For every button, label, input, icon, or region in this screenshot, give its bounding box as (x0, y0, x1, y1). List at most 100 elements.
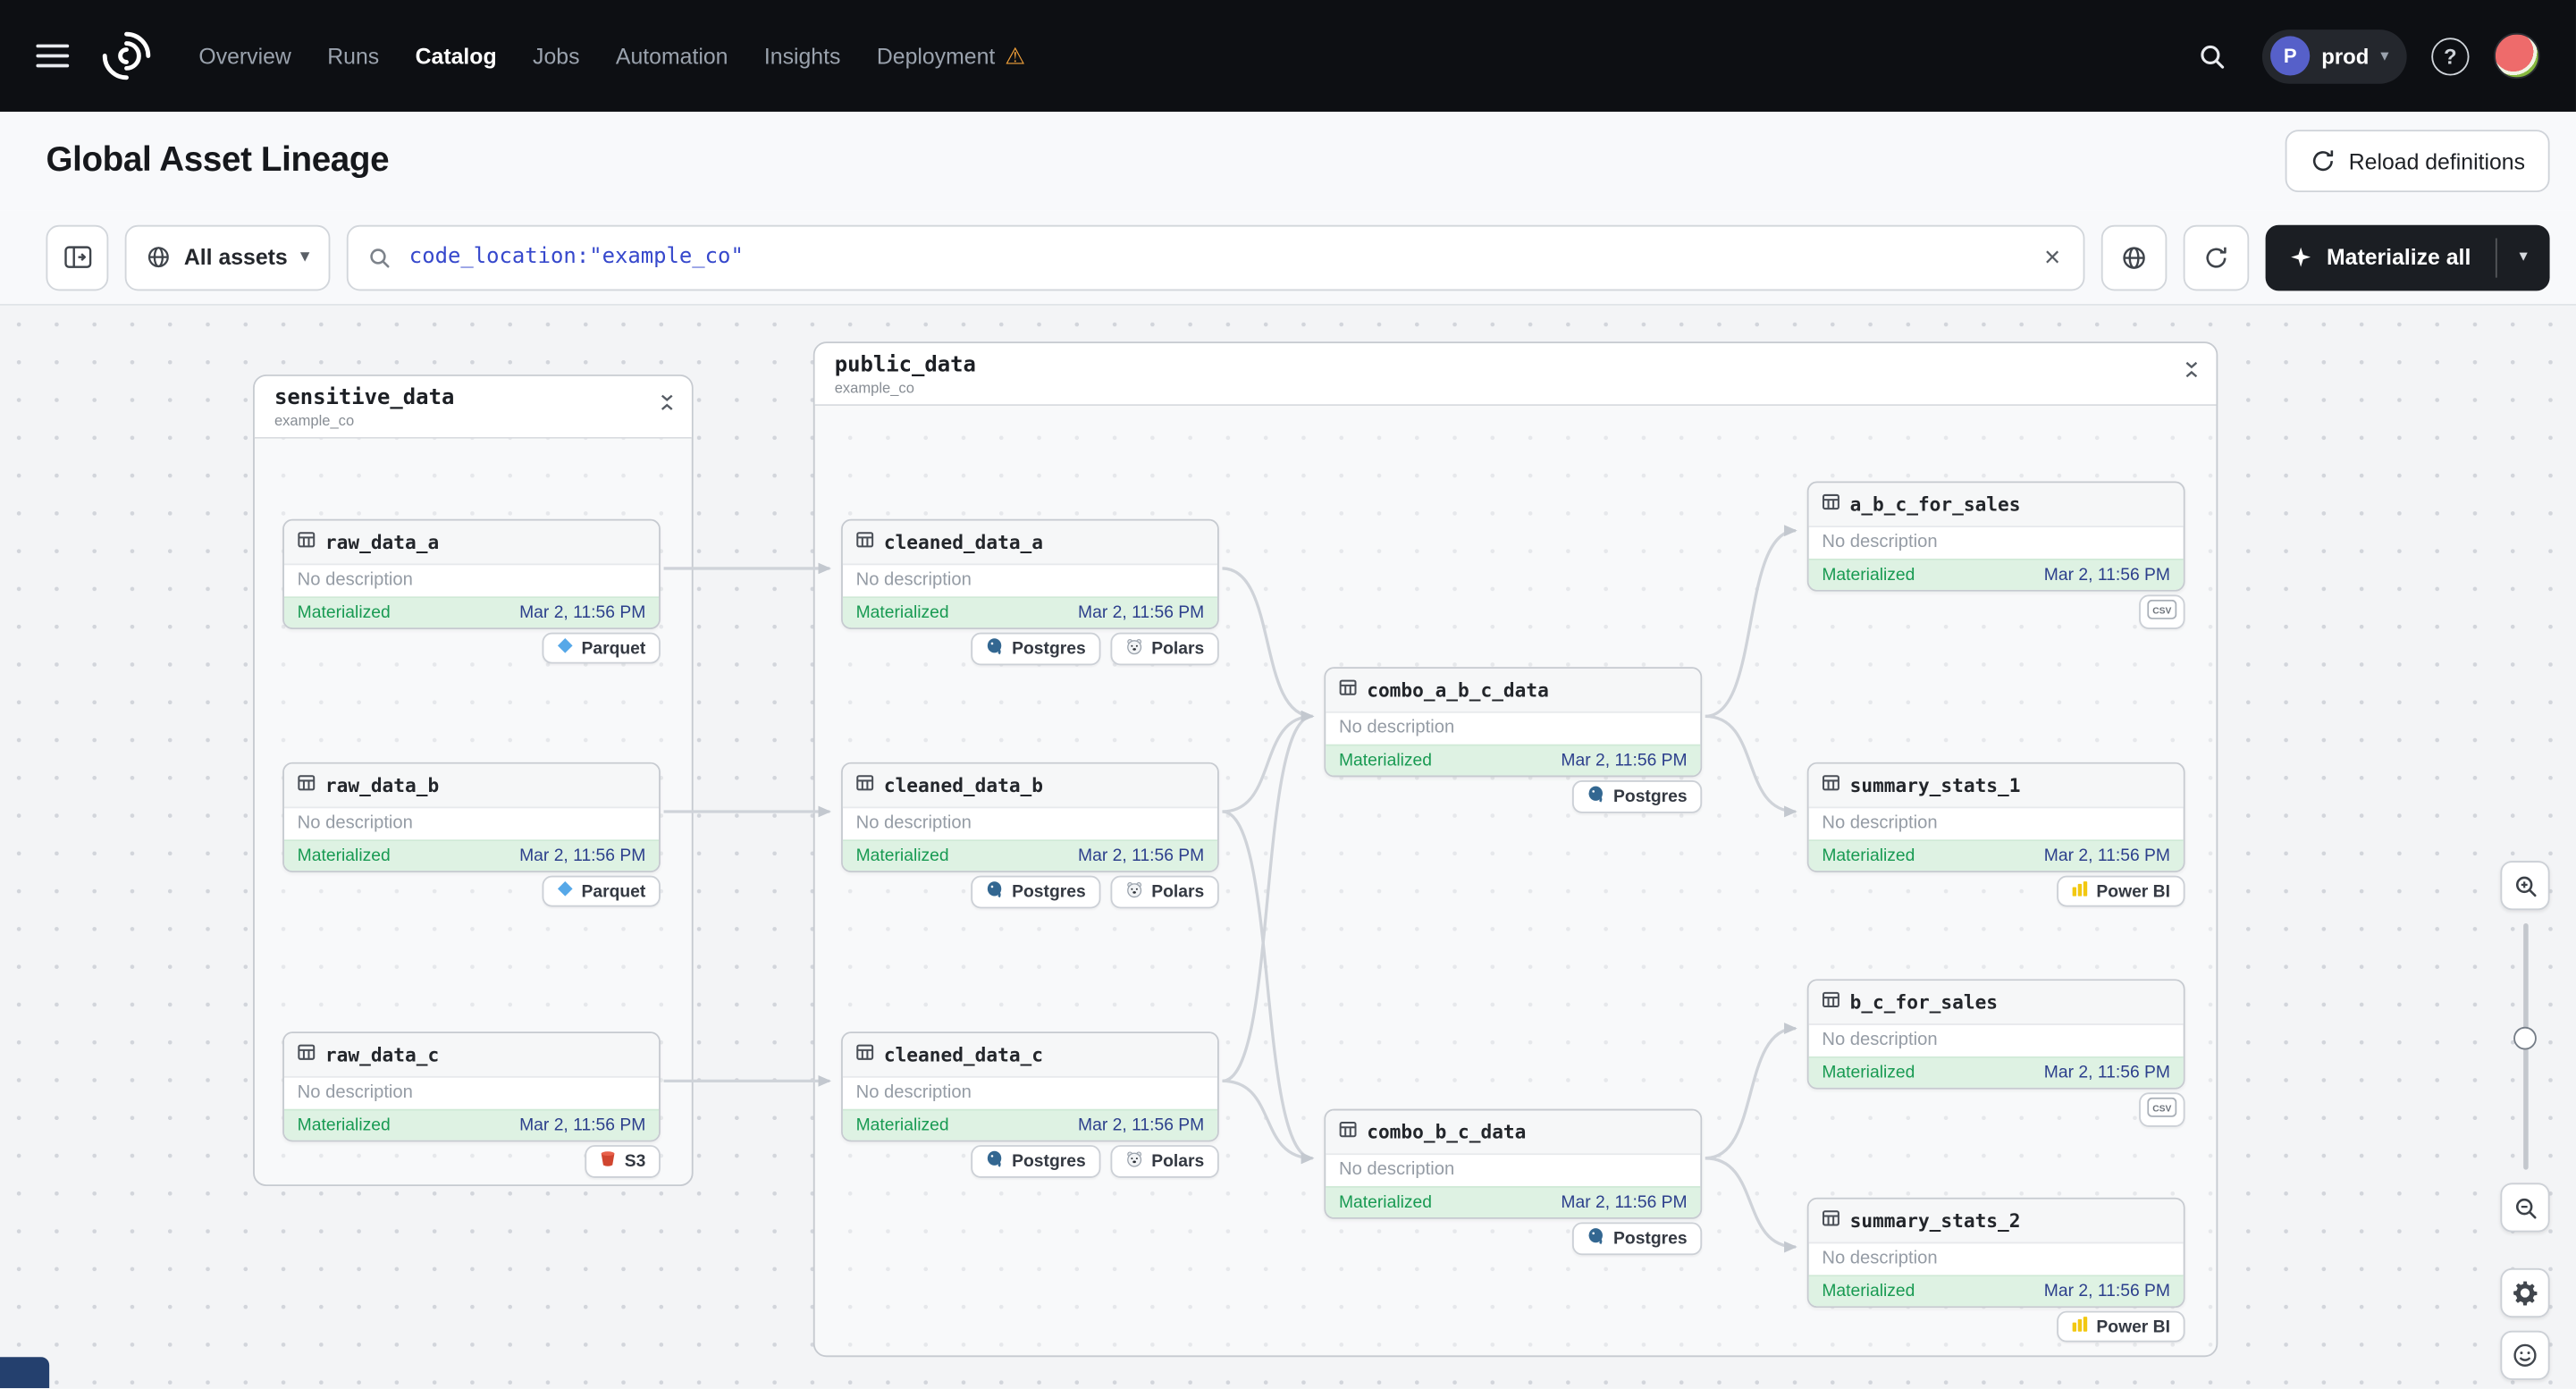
asset-node-cleaned_data_c[interactable]: cleaned_data_c No description Materialized… (841, 1031, 1219, 1142)
tag-parquet[interactable]: Parquet (542, 632, 661, 664)
lineage-canvas[interactable]: sensitive_data example_co public_data examp… (0, 305, 2576, 1389)
group-header[interactable]: public_data example_co (814, 343, 2217, 406)
nav-item-catalog[interactable]: Catalog (416, 44, 497, 69)
asset-node-b_c_for_sales[interactable]: b_c_for_sales No description Materialized M… (1806, 979, 2185, 1090)
hamburger-icon[interactable] (36, 44, 70, 68)
asset-node-header: raw_data_c (283, 1033, 660, 1076)
clear-icon[interactable]: × (2041, 243, 2064, 271)
asset-node-header: raw_data_b (283, 763, 660, 807)
group-header[interactable]: sensitive_data example_co (254, 375, 692, 439)
asset-node-raw_data_c[interactable]: raw_data_c No description Materialized Mar … (282, 1031, 661, 1142)
materialized-timestamp[interactable]: Mar 2, 11:56 PM (2044, 1282, 2170, 1301)
search-input[interactable] (406, 243, 2026, 272)
tag-postgres[interactable]: Postgres (971, 875, 1101, 909)
materialized-status: Materialized (855, 1115, 949, 1136)
tag-postgres[interactable]: Postgres (1572, 1222, 1703, 1256)
nav-item-automation[interactable]: Automation (616, 44, 728, 69)
tag-postgres[interactable]: Postgres (971, 1145, 1101, 1178)
zoom-out-icon[interactable] (2500, 1183, 2550, 1233)
tag-polars[interactable]: Polars (1110, 875, 1219, 909)
materialize-options-button[interactable]: ▾ (2497, 224, 2550, 290)
tag-postgres[interactable]: Postgres (1572, 780, 1703, 813)
nav-item-insights[interactable]: Insights (764, 44, 841, 69)
table-icon (298, 527, 316, 557)
materialized-timestamp[interactable]: Mar 2, 11:56 PM (2044, 846, 2170, 866)
settings-gear-icon[interactable] (2500, 1267, 2550, 1318)
asset-node-summary_stats_2[interactable]: summary_stats_2 No description Materialize… (1806, 1197, 2185, 1309)
asset-node-summary_stats_1[interactable]: summary_stats_1 No description Materialize… (1806, 762, 2185, 872)
asset-node-cleaned_data_b[interactable]: cleaned_data_b No description Materialized… (841, 762, 1219, 872)
asset-node-cleaned_data_a[interactable]: cleaned_data_a No description Materialized… (841, 518, 1219, 629)
materialized-timestamp[interactable]: Mar 2, 11:56 PM (1561, 751, 1687, 770)
tag-csv-icon[interactable]: CSV (2139, 594, 2185, 629)
materialized-timestamp[interactable]: Mar 2, 11:56 PM (1078, 603, 1204, 623)
asset-node-a_b_c_for_sales[interactable]: a_b_c_for_sales No description Materialize… (1806, 481, 2185, 592)
postgres-icon (986, 880, 1004, 904)
materialize-all-button[interactable]: Materialize all (2266, 224, 2496, 290)
help-icon[interactable]: ? (2431, 37, 2470, 75)
tag-polars[interactable]: Polars (1110, 1145, 1219, 1178)
page-title: Global Asset Lineage (46, 141, 390, 180)
collapse-icon[interactable] (659, 391, 675, 420)
asset-node-combo_b_c_data[interactable]: combo_b_c_data No description Materialized… (1324, 1108, 1703, 1219)
dagster-logo[interactable] (98, 28, 154, 83)
svg-text:CSV: CSV (2152, 607, 2171, 617)
asset-node-raw_data_b[interactable]: raw_data_b No description Materialized Mar … (282, 762, 661, 872)
nav-item-deployment[interactable]: Deployment ⚠ (877, 44, 1026, 69)
zoom-slider[interactable] (2500, 922, 2549, 1170)
tag-postgres[interactable]: Postgres (971, 632, 1101, 666)
tag-s3[interactable]: S3 (585, 1145, 661, 1178)
materialized-timestamp[interactable]: Mar 2, 11:56 PM (1078, 846, 1204, 866)
toggle-panel-button[interactable] (46, 223, 109, 290)
asset-node-header: cleaned_data_b (842, 763, 1217, 807)
tag-label: Power BI (2096, 1317, 2170, 1337)
reload-definitions-button[interactable]: Reload definitions (2285, 130, 2550, 193)
asset-tags: Power BI (1807, 875, 2185, 907)
deployment-switcher[interactable]: P prod ▾ (2262, 29, 2407, 83)
sparkle-icon (2291, 247, 2311, 267)
page-header: Global Asset Lineage Reload definitions (0, 111, 2576, 211)
minimap-fragment[interactable] (0, 1357, 50, 1389)
materialized-timestamp[interactable]: Mar 2, 11:56 PM (1078, 1115, 1204, 1135)
s3-icon (600, 1150, 616, 1174)
asset-name: cleaned_data_b (883, 773, 1044, 797)
asset-node-raw_data_a[interactable]: raw_data_a No description Materialized Mar … (282, 518, 661, 629)
refresh-button[interactable] (2184, 223, 2250, 290)
avatar[interactable] (2494, 32, 2540, 80)
asset-name: summary_stats_1 (1849, 773, 2021, 797)
zoom-slider-handle[interactable] (2513, 1026, 2537, 1050)
zoom-in-icon[interactable] (2500, 861, 2550, 911)
tag-polars[interactable]: Polars (1110, 632, 1219, 666)
collapse-icon[interactable] (2184, 358, 2200, 388)
asset-status-bar: Materialized Mar 2, 11:56 PM (1326, 1186, 1701, 1217)
materialized-timestamp[interactable]: Mar 2, 11:56 PM (519, 846, 645, 866)
asset-description: No description (283, 1075, 660, 1109)
tag-power-bi[interactable]: Power BI (2057, 1310, 2185, 1343)
asset-scope-dropdown[interactable]: All assets ▾ (124, 223, 331, 290)
graph-globe-button[interactable] (2101, 223, 2168, 290)
materialized-timestamp[interactable]: Mar 2, 11:56 PM (519, 1115, 645, 1135)
search-icon[interactable] (2185, 29, 2238, 82)
table-icon (1339, 1117, 1357, 1147)
table-icon (298, 770, 316, 800)
tag-label: Polars (1151, 1151, 1205, 1172)
materialize-all-label: Materialize all (2326, 244, 2471, 270)
tag-parquet[interactable]: Parquet (542, 875, 661, 907)
materialized-timestamp[interactable]: Mar 2, 11:56 PM (1561, 1192, 1687, 1212)
tag-power-bi[interactable]: Power BI (2057, 875, 2185, 907)
nav-item-runs[interactable]: Runs (327, 44, 379, 69)
materialized-timestamp[interactable]: Mar 2, 11:56 PM (2044, 565, 2170, 585)
asset-description: No description (842, 806, 1217, 839)
tag-csv-icon[interactable]: CSV (2139, 1092, 2185, 1127)
asset-node-combo_a_b_c_data[interactable]: combo_a_b_c_data No description Materializ… (1324, 667, 1703, 778)
materialized-status: Materialized (297, 1115, 391, 1136)
nav-item-overview[interactable]: Overview (198, 44, 290, 69)
materialized-timestamp[interactable]: Mar 2, 11:56 PM (2044, 1063, 2170, 1082)
materialized-status: Materialized (1822, 1063, 1915, 1083)
feedback-face-icon[interactable] (2500, 1330, 2550, 1380)
nav-item-jobs[interactable]: Jobs (533, 44, 579, 69)
asset-status-bar: Materialized Mar 2, 11:56 PM (283, 839, 660, 871)
materialized-timestamp[interactable]: Mar 2, 11:56 PM (519, 603, 645, 623)
asset-status-bar: Materialized Mar 2, 11:56 PM (1326, 744, 1701, 776)
polars-icon (1125, 880, 1143, 904)
